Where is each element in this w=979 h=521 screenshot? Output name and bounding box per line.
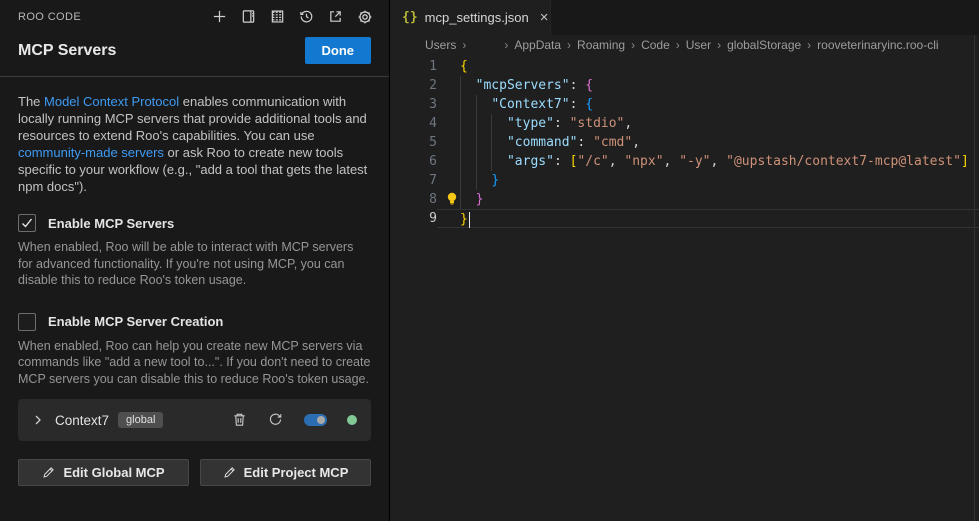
enable-mcp-creation-checkbox[interactable]	[18, 313, 36, 331]
line-number: 7	[390, 171, 437, 190]
edit-project-mcp-button[interactable]: Edit Project MCP	[200, 459, 371, 486]
indent-guide	[476, 114, 477, 133]
indent-guide	[476, 171, 477, 190]
breadcrumb-separator: ›	[807, 38, 811, 52]
mcp-server-row[interactable]: Context7 global	[18, 399, 371, 441]
server-enabled-toggle[interactable]	[304, 414, 327, 426]
enable-mcp-servers-label: Enable MCP Servers	[48, 216, 174, 231]
panel-toolbar	[211, 8, 373, 25]
enable-mcp-servers-description: When enabled, Roo will be able to intera…	[18, 239, 371, 289]
indent-guide	[460, 114, 461, 133]
breadcrumb-separator: ›	[567, 38, 571, 52]
indent-guide	[491, 133, 492, 152]
breadcrumb-segment[interactable]: rooveterinaryinc.roo-cli	[817, 38, 938, 52]
indent-guide	[476, 133, 477, 152]
code-line[interactable]: 4 "type": "stdio",	[390, 114, 979, 133]
indent-guide	[460, 133, 461, 152]
breadcrumb-segment[interactable]: User	[686, 38, 711, 52]
roo-code-panel: ROO CODE	[0, 0, 390, 521]
line-number: 4	[390, 114, 437, 133]
tab-label: mcp_settings.json	[425, 10, 529, 25]
close-icon[interactable]: ×	[540, 9, 549, 26]
breadcrumb-separator: ›	[631, 38, 635, 52]
notepad-icon[interactable]	[240, 8, 257, 25]
enable-mcp-creation-label: Enable MCP Server Creation	[48, 314, 223, 329]
indent-guide	[476, 152, 477, 171]
tab-mcp-settings[interactable]: {} mcp_settings.json ×	[390, 0, 551, 35]
editor-tab-bar: {} mcp_settings.json ×	[390, 0, 979, 35]
app-window: ROO CODE	[0, 0, 979, 521]
indent-guide	[491, 114, 492, 133]
line-number: 1	[390, 57, 437, 76]
enable-mcp-creation-section: Enable MCP Server Creation When enabled,…	[18, 313, 371, 388]
breadcrumb-separator: ›	[717, 38, 721, 52]
intro-pre: The	[18, 94, 44, 109]
scope-badge: global	[118, 412, 163, 428]
panel-body: The Model Context Protocol enables commu…	[0, 77, 389, 486]
breadcrumb-segment[interactable]: Roaming	[577, 38, 625, 52]
indent-guide	[460, 190, 461, 209]
scrollbar-edge[interactable]	[974, 35, 975, 521]
indent-guide	[476, 95, 477, 114]
community-servers-link[interactable]: community-made servers	[18, 145, 164, 160]
breadcrumb-segment[interactable]: Code	[641, 38, 670, 52]
code-area[interactable]: 1{2 "mcpServers": {3 "Context7": {4 "typ…	[390, 55, 979, 228]
line-number: 6	[390, 152, 437, 171]
breadcrumb-separator: ›	[676, 38, 680, 52]
enable-mcp-servers-checkbox[interactable]	[18, 214, 36, 232]
indent-guide	[491, 152, 492, 171]
breadcrumb-segment[interactable]: globalStorage	[727, 38, 801, 52]
trash-icon[interactable]	[232, 412, 248, 428]
line-number: 5	[390, 133, 437, 152]
code-line[interactable]: 6 "args": ["/c", "npx", "-y", "@upstash/…	[390, 152, 979, 171]
enable-mcp-servers-section: Enable MCP Servers When enabled, Roo wil…	[18, 214, 371, 289]
edit-buttons-row: Edit Global MCP Edit Project MCP	[18, 459, 371, 486]
gear-icon[interactable]	[356, 8, 373, 25]
breadcrumb-segment[interactable]: AppData	[514, 38, 561, 52]
indent-guide	[460, 95, 461, 114]
text-cursor	[469, 212, 471, 228]
server-name: Context7	[55, 413, 109, 428]
line-number: 3	[390, 95, 437, 114]
enable-mcp-creation-description: When enabled, Roo can help you create ne…	[18, 338, 371, 388]
history-icon[interactable]	[298, 8, 315, 25]
breadcrumb-segment[interactable]: Users	[425, 38, 456, 52]
server-status-dot	[347, 415, 357, 425]
server-icon[interactable]	[269, 8, 286, 25]
editor-pane: {} mcp_settings.json × Users › › AppData › Ro…	[390, 0, 979, 521]
pencil-icon	[223, 466, 236, 479]
indent-guide	[460, 152, 461, 171]
edit-global-mcp-button[interactable]: Edit Global MCP	[18, 459, 189, 486]
breadcrumb-separator: ›	[462, 38, 466, 52]
line-number: 2	[390, 76, 437, 95]
intro-text: The Model Context Protocol enables commu…	[18, 93, 371, 195]
page-title: MCP Servers	[18, 42, 116, 60]
app-name: ROO CODE	[18, 11, 81, 23]
pencil-icon	[42, 466, 55, 479]
code-lines: 1{2 "mcpServers": {3 "Context7": {4 "typ…	[390, 57, 979, 228]
popout-icon[interactable]	[327, 8, 344, 25]
plus-icon[interactable]	[211, 8, 228, 25]
code-line[interactable]: 1{	[390, 57, 979, 76]
json-braces-icon: {}	[402, 10, 418, 25]
mcp-protocol-link[interactable]: Model Context Protocol	[44, 94, 179, 109]
indent-guide	[460, 76, 461, 95]
breadcrumb-separator: ›	[504, 38, 508, 52]
code-line[interactable]: 8 }	[390, 190, 979, 209]
panel-top-bar: ROO CODE	[0, 0, 389, 27]
line-number: 8	[390, 190, 437, 209]
panel-header: MCP Servers Done	[0, 27, 389, 76]
code-line[interactable]: 9}	[390, 209, 979, 228]
code-line[interactable]: 3 "Context7": {	[390, 95, 979, 114]
code-line[interactable]: 2 "mcpServers": {	[390, 76, 979, 95]
refresh-icon[interactable]	[268, 412, 284, 428]
done-button[interactable]: Done	[305, 37, 372, 64]
code-line[interactable]: 5 "command": "cmd",	[390, 133, 979, 152]
code-line[interactable]: 7 }	[390, 171, 979, 190]
chevron-right-icon[interactable]	[32, 412, 48, 428]
breadcrumb: Users › › AppData › Roaming › Code › User › globalS…	[390, 35, 979, 55]
line-number: 9	[390, 209, 437, 228]
indent-guide	[460, 171, 461, 190]
